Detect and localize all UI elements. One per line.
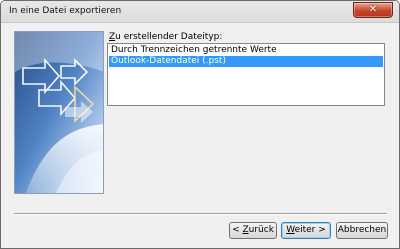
list-item-csv[interactable]: Durch Trennzeichen getrennte Werte <box>109 45 383 56</box>
wizard-arrows-illustration <box>15 32 103 193</box>
export-dialog-window: In eine Datei exportieren ✕ Zu erstellen… <box>0 0 400 249</box>
wizard-graphic <box>14 31 104 194</box>
separator <box>14 213 387 215</box>
file-type-label: Zu erstellender Dateityp: <box>109 32 223 42</box>
window-title: In eine Datei exportieren <box>9 6 122 16</box>
next-button[interactable]: Weiter > <box>281 222 331 239</box>
list-item-pst[interactable]: Outlook-Datendatei (.pst) <box>109 56 383 67</box>
file-type-listbox[interactable]: Durch Trennzeichen getrennte Werte Outlo… <box>107 43 385 106</box>
back-button[interactable]: < Zurück <box>229 222 277 239</box>
close-button[interactable]: ✕ <box>353 2 393 18</box>
cancel-button[interactable]: Abbrechen <box>336 222 388 239</box>
title-bar[interactable]: In eine Datei exportieren ✕ <box>1 1 399 23</box>
close-icon: ✕ <box>368 4 378 15</box>
